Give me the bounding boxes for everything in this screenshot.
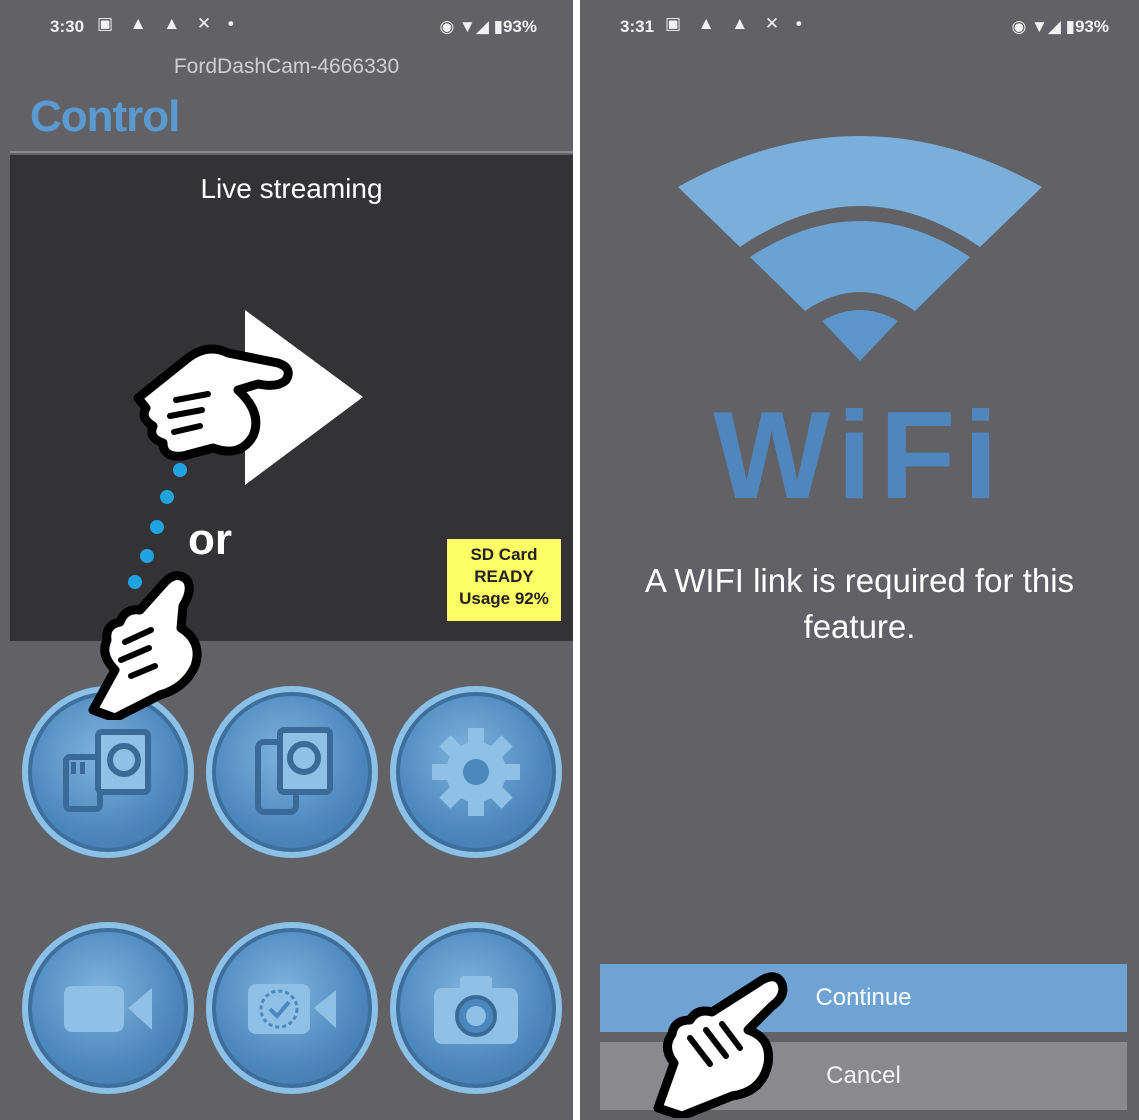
system-icons: ◉ ▼◢ ▮93% xyxy=(439,17,537,36)
wifi-logo-text: WiFi xyxy=(713,387,1006,525)
wifi-icon xyxy=(678,136,1042,361)
divider xyxy=(10,151,573,153)
sd-card-label: SD Card xyxy=(470,545,538,564)
record-video-button[interactable] xyxy=(22,922,194,1094)
device-name: FordDashCam-4666330 xyxy=(173,55,400,78)
pointing-hand-icon xyxy=(133,344,293,461)
wifi-required-message: A WIFI link is required for this feature… xyxy=(644,562,1075,645)
status-bar: 3:30 ▣ ▲ ▲ ✕ • ◉ ▼◢ ▮93% xyxy=(0,14,573,40)
notification-icons: ▣ ▲ ▲ ✕ • xyxy=(665,14,808,33)
sd-card-photo-icon xyxy=(63,729,151,812)
sd-card-usage: Usage 92% xyxy=(459,589,549,608)
gear-icon xyxy=(432,728,520,816)
phone-gallery-button[interactable] xyxy=(206,686,378,858)
status-time: 3:31 xyxy=(620,17,655,36)
pointing-hand-icon xyxy=(653,972,788,1118)
settings-button[interactable] xyxy=(390,686,562,858)
pointing-hand-icon xyxy=(88,571,202,720)
or-hint-text: or xyxy=(188,515,232,564)
status-time: 3:30 xyxy=(50,17,85,36)
notification-icons: ▣ ▲ ▲ ✕ • xyxy=(97,14,240,33)
sd-card-state: READY xyxy=(474,567,534,586)
wifi-required-screen: 3:31 ▣ ▲ ▲ ✕ • ◉ ▼◢ ▮93% WiFi A WIFI lin… xyxy=(580,0,1139,1120)
system-icons: ◉ ▼◢ ▮93% xyxy=(1011,17,1109,36)
sd-card-status-badge: SD Card READY Usage 92% xyxy=(447,539,561,621)
status-bar: 3:31 ▣ ▲ ▲ ✕ • ◉ ▼◢ ▮93% xyxy=(580,14,1139,40)
video-camera-icon xyxy=(64,986,152,1032)
timelapse-video-button[interactable] xyxy=(206,922,378,1094)
take-photo-button[interactable] xyxy=(390,922,562,1094)
camera-icon xyxy=(434,976,518,1044)
timelapse-video-icon xyxy=(248,984,336,1034)
stream-label: Live streaming xyxy=(200,173,383,204)
control-screen: 3:30 ▣ ▲ ▲ ✕ • ◉ ▼◢ ▮93% FordDashCam-466… xyxy=(0,0,573,1120)
phone-photo-icon xyxy=(255,727,333,815)
page-title: Control xyxy=(30,92,180,141)
